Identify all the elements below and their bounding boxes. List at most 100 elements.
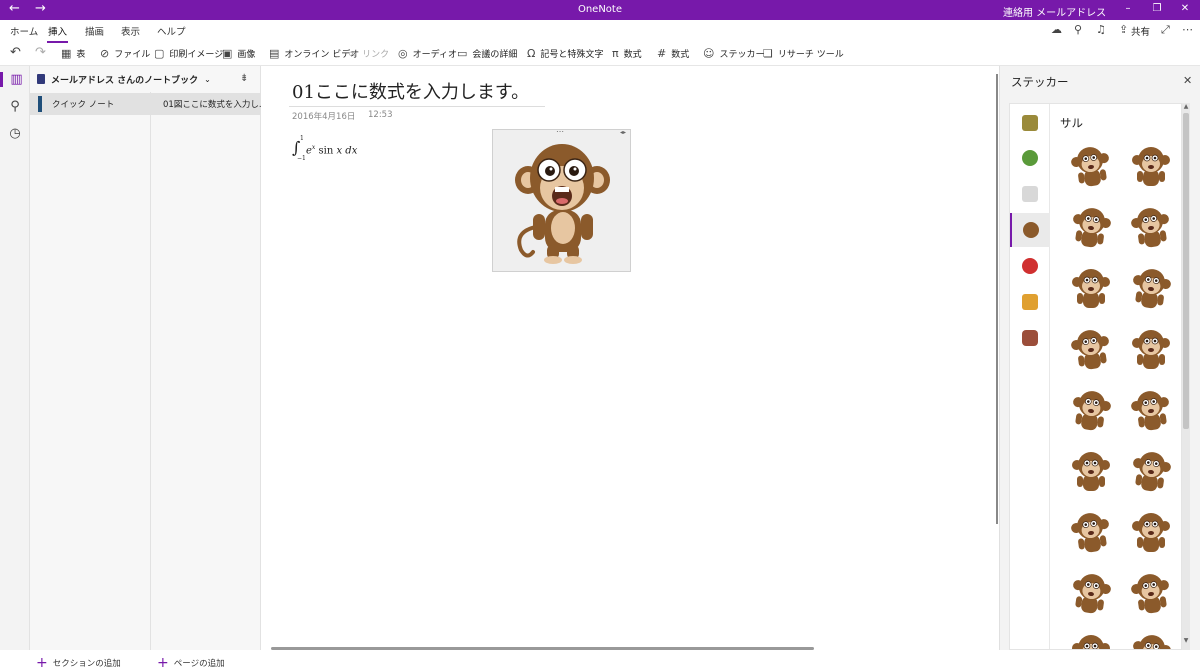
section-list: クイック ノート + セクションの追加	[30, 92, 151, 671]
food-sticker-icon[interactable]	[1010, 285, 1050, 319]
meeting-details-button[interactable]: ▭ 会議の詳細	[457, 45, 517, 61]
bell-icon[interactable]: ♫	[1096, 23, 1106, 36]
minimize-icon[interactable]: –	[1121, 3, 1135, 14]
integral-lower-limit: −1	[297, 155, 306, 162]
undo-icon[interactable]: ↶	[10, 45, 21, 60]
page-time: 12:53	[368, 110, 393, 120]
sticker-category-name: サル	[1060, 116, 1083, 130]
more-icon[interactable]: ⋯	[1182, 23, 1193, 36]
tab-view[interactable]: 表示	[121, 24, 140, 38]
monkey-sticker-thumbnail[interactable]	[1128, 388, 1174, 434]
monkey-sticker-thumbnail[interactable]	[1068, 510, 1114, 556]
drag-handle-icon[interactable]: ⋯	[556, 127, 564, 136]
cup-sticker-icon[interactable]	[1010, 177, 1050, 211]
monkey-sticker-thumbnail[interactable]	[1068, 144, 1114, 190]
category-swatch	[1023, 222, 1039, 238]
left-rail: ▥ ⚲ ◷	[0, 66, 30, 650]
ribbon-toolbar: ↶ ↷ ▦ 表 ⊘ ファイル ▢ 印刷イメージ ▣ 画像 ▤ オンライン ビデオ ∞ リンク…	[0, 40, 1200, 66]
tab-insert[interactable]: 挿入	[46, 24, 69, 43]
resize-handle-icon[interactable]: ◂▸	[620, 129, 626, 136]
monkey-sticker-thumbnail[interactable]	[1128, 205, 1174, 251]
monkey-sticker-thumbnail[interactable]	[1128, 266, 1174, 312]
online-video-icon: ▤	[269, 46, 280, 60]
sticker-category-list	[1010, 104, 1050, 649]
research-tool-button[interactable]: ❏ リサーチ ツール	[763, 45, 844, 61]
search-icon[interactable]: ⚲	[0, 99, 30, 114]
insert-online-video-button[interactable]: ▤ オンライン ビデオ	[269, 45, 359, 61]
add-section-button[interactable]: + セクションの追加	[36, 655, 121, 671]
title-divider	[289, 106, 545, 107]
notebook-icon	[37, 74, 45, 84]
redo-icon[interactable]: ↷	[35, 45, 46, 60]
monkey-sticker-image[interactable]: ⋯ ◂▸	[492, 127, 631, 272]
section-item-quick-notes[interactable]: クイック ノート	[30, 93, 151, 115]
add-page-button[interactable]: + ページの追加	[157, 655, 225, 671]
tab-draw[interactable]: 描画	[85, 24, 104, 38]
link-icon: ∞	[348, 46, 358, 60]
expand-icon[interactable]: ⤢	[1161, 23, 1170, 37]
monkey-sticker-thumbnail[interactable]	[1068, 327, 1114, 373]
category-swatch	[1022, 258, 1038, 274]
panel-title: ステッカー	[1011, 75, 1069, 89]
monkey-sticker-icon[interactable]	[1010, 213, 1050, 247]
monkey-sticker-thumbnail[interactable]	[1068, 449, 1114, 495]
sticker-button[interactable]: ☺ ステッカー	[703, 45, 764, 61]
account-name[interactable]: 連絡用 メールアドレス	[1003, 4, 1106, 19]
close-icon[interactable]: ✕	[1183, 74, 1192, 87]
page-canvas[interactable]: 01ここに数式を入力します。 2016年4月16日 12:53 ∫ 1 −1 e…	[261, 66, 998, 650]
monkey-sticker-thumbnail[interactable]	[1128, 510, 1174, 556]
insert-file-button[interactable]: ⊘ ファイル	[100, 45, 150, 61]
share-icon[interactable]: ⇪	[1119, 23, 1128, 36]
monkey-sticker-thumbnail[interactable]	[1128, 632, 1174, 649]
page-item[interactable]: 01図ここに数式を入力し...	[151, 93, 261, 115]
tab-home[interactable]: ホーム	[10, 24, 38, 38]
notebook-title: メールアドレス さんのノートブック	[51, 75, 199, 86]
document-icon: ▢	[154, 46, 165, 60]
symbol-button[interactable]: Ω 記号と特殊文字	[527, 45, 603, 61]
monkey-sticker-thumbnail[interactable]	[1128, 327, 1174, 373]
monkey-sticker-thumbnail[interactable]	[1068, 632, 1114, 649]
category-swatch	[1022, 186, 1038, 202]
insert-printout-button[interactable]: ▢ 印刷イメージ	[154, 45, 223, 61]
monkey-sticker-thumbnail[interactable]	[1068, 266, 1114, 312]
scroll-up-icon[interactable]: ▲	[1182, 103, 1190, 110]
sort-icon[interactable]: ⇟	[240, 73, 248, 84]
plant-sticker-icon[interactable]	[1010, 141, 1050, 175]
panel-scrollbar[interactable]: ▲ ▼	[1182, 103, 1190, 650]
share-button[interactable]: 共有	[1131, 24, 1150, 38]
monkey-sticker-thumbnail[interactable]	[1068, 205, 1114, 251]
tab-help[interactable]: ヘルプ	[157, 24, 186, 38]
equation-button[interactable]: π 数式	[612, 45, 642, 61]
restore-icon[interactable]: ❐	[1150, 3, 1164, 14]
nature-sticker-icon[interactable]	[1010, 106, 1050, 140]
title-bar: ← → OneNote 連絡用 メールアドレス – ❐ ✕	[0, 0, 1200, 20]
category-swatch	[1022, 330, 1038, 346]
scroll-down-icon[interactable]: ▼	[1182, 637, 1190, 644]
page-title[interactable]: 01ここに数式を入力します。	[292, 78, 529, 104]
audio-icon: ◎	[398, 46, 408, 60]
category-swatch	[1022, 294, 1038, 310]
close-icon[interactable]: ✕	[1178, 3, 1192, 14]
monkey-sticker-thumbnail[interactable]	[1068, 571, 1114, 617]
recent-clock-icon[interactable]: ◷	[0, 126, 30, 141]
monkey-sticker-thumbnail[interactable]	[1068, 388, 1114, 434]
insert-link-button[interactable]: ∞ リンク	[348, 45, 389, 61]
plus-icon: +	[157, 655, 169, 671]
monkey-sticker-thumbnail[interactable]	[1128, 571, 1174, 617]
cloud-sync-icon[interactable]: ☁	[1051, 23, 1062, 36]
notebooks-icon[interactable]: ▥	[0, 72, 30, 87]
lightbulb-icon[interactable]: ⚲	[1074, 23, 1082, 36]
apple-sticker-icon[interactable]	[1010, 249, 1050, 283]
insert-table-button[interactable]: ▦ 表	[61, 45, 85, 61]
bear-sticker-icon[interactable]	[1010, 321, 1050, 355]
vertical-scrollbar[interactable]	[996, 74, 998, 524]
scroll-thumb[interactable]	[1183, 113, 1189, 429]
insert-audio-button[interactable]: ◎ オーディオ	[398, 45, 457, 61]
notebook-selector[interactable]: メールアドレス さんのノートブック ⌄ ⇟	[30, 66, 261, 92]
chevron-down-icon: ⌄	[204, 74, 211, 84]
ink-math-icon: #	[657, 46, 667, 60]
insert-picture-button[interactable]: ▣ 画像	[222, 45, 255, 61]
monkey-sticker-thumbnail[interactable]	[1128, 144, 1174, 190]
monkey-sticker-thumbnail[interactable]	[1128, 449, 1174, 495]
ink-equation-button[interactable]: # 数式	[657, 45, 689, 61]
